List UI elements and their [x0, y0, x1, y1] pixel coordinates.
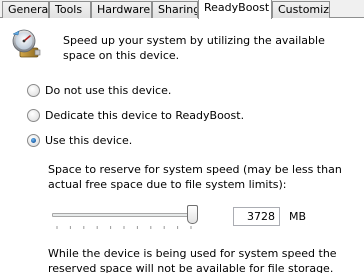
- reserve-slider-thumb[interactable]: [187, 205, 198, 224]
- option-label: Use this device.: [45, 133, 133, 147]
- reserve-space-label: Space to reserve for system speed (may b…: [48, 163, 342, 191]
- tab-customize[interactable]: Customize: [272, 1, 330, 18]
- radio-button-selected[interactable]: [27, 133, 40, 147]
- readyboost-icon: [10, 28, 42, 60]
- readyboost-description: Speed up your system by utilizing the av…: [63, 34, 325, 62]
- tab-sharing[interactable]: Sharing: [152, 1, 198, 18]
- tab-strip: General Tools Hardware Sharing ReadyBoos…: [0, 0, 364, 19]
- tab-general[interactable]: General: [2, 1, 49, 18]
- tab-label: ReadyBoost: [204, 1, 270, 14]
- slider-ticks: [56, 226, 192, 229]
- tab-tools[interactable]: Tools: [49, 1, 91, 18]
- tab-label: Customize: [278, 3, 330, 16]
- tab-hardware[interactable]: Hardware: [91, 1, 152, 18]
- option-use-device[interactable]: Use this device.: [27, 133, 132, 147]
- radio-button[interactable]: [27, 108, 40, 122]
- tab-label: Hardware: [97, 3, 151, 16]
- option-dedicate-readyboost[interactable]: Dedicate this device to ReadyBoost.: [27, 108, 244, 122]
- reserve-size-input[interactable]: [233, 207, 280, 226]
- option-do-not-use[interactable]: Do not use this device.: [27, 83, 171, 97]
- reserve-slider-track[interactable]: [52, 213, 196, 217]
- tab-label: General: [8, 3, 49, 16]
- reserve-unit-label: MB: [289, 210, 307, 223]
- tab-label: Sharing: [158, 3, 198, 16]
- tab-readyboost[interactable]: ReadyBoost: [198, 0, 272, 19]
- reserve-note: While the device is being used for syste…: [48, 247, 337, 273]
- option-label: Do not use this device.: [45, 83, 172, 97]
- readyboost-properties-page: General Tools Hardware Sharing ReadyBoos…: [0, 0, 364, 273]
- option-label: Dedicate this device to ReadyBoost.: [45, 108, 245, 122]
- tab-label: Tools: [55, 3, 83, 16]
- radio-button[interactable]: [27, 83, 40, 97]
